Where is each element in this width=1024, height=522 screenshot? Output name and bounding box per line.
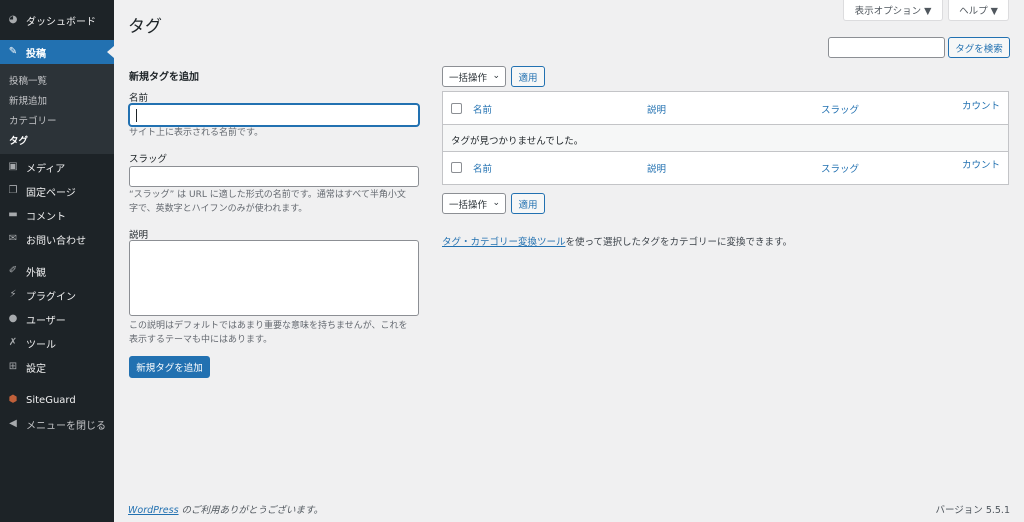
siteguard-icon: ⬢ [8,394,18,405]
sidebar-item-label: プラグイン [26,291,76,303]
sidebar-item-contact[interactable]: ✉ お問い合わせ [0,227,114,251]
column-header-description[interactable]: 説明 [647,102,666,116]
description-help-text-line2: 表示するテーマも中にはあります。 [129,335,273,345]
dashboard-icon: ◕ [8,14,18,25]
column-footer-description[interactable]: 説明 [647,161,666,175]
pin-icon: ✎ [8,46,18,57]
posts-submenu: 投稿一覧 新規追加 カテゴリー タグ [0,64,114,154]
table-divider [443,151,1008,152]
admin-sidebar: ◕ ダッシュボード ✎ 投稿 投稿一覧 新規追加 カテゴリー タグ ▣ メディア… [0,0,114,522]
tags-table: 名前 説明 スラッグ カウント タグが見つかりませんでした。 名前 説明 スラッ… [442,91,1009,185]
sidebar-item-plugins[interactable]: ⚡ プラグイン [0,283,114,307]
slug-label: スラッグ [129,154,168,165]
sidebar-item-comments[interactable]: ▬ コメント [0,203,114,227]
submenu-item-add-new[interactable]: 新規追加 [9,93,47,107]
wordpress-link[interactable]: WordPress [128,505,179,516]
chevron-down-icon: ⌄ [492,198,500,208]
media-icon: ▣ [8,161,18,172]
tag-name-input[interactable] [129,104,419,126]
tag-slug-input[interactable] [129,166,419,187]
text-caret [136,109,137,122]
name-help-text: サイト上に表示される名前です。 [129,128,264,138]
description-help-text-line1: この説明はデフォルトではあまり重要な意味を持ちませんが、これを [129,321,408,331]
page-icon: ❐ [8,185,18,196]
footer-thanks-text: のご利用ありがとうございます。 [178,505,324,516]
sidebar-item-tools[interactable]: ✗ ツール [0,331,114,355]
sidebar-item-label: 投稿 [26,48,46,60]
comment-icon: ▬ [8,209,18,220]
submenu-item-all-posts[interactable]: 投稿一覧 [9,73,47,87]
active-indicator [107,46,114,58]
help-button[interactable]: ヘルプ ▼ [948,0,1009,21]
collapse-icon: ◀ [9,418,17,429]
tag-converter-text: を使って選択したタグをカテゴリーに変換できます。 [565,237,793,248]
sidebar-item-label: メディア [26,163,66,175]
column-header-name[interactable]: 名前 [473,102,492,116]
sidebar-item-label: 外観 [26,267,46,279]
slug-help-text-line2: 字で、英数字とハイフンのみが使われます。 [129,204,308,214]
tag-search-input[interactable] [828,37,945,58]
sidebar-item-label: 固定ページ [26,187,76,199]
bulk-action-select-bottom[interactable]: 一括操作 ⌄ [442,193,506,214]
column-footer-slug[interactable]: スラッグ [821,161,859,175]
footer-version: バージョン 5.5.1 [935,505,1010,516]
settings-icon: ⊞ [8,361,18,372]
sidebar-item-label: ツール [26,339,56,351]
search-tags-button[interactable]: タグを検索 [948,37,1010,58]
page-title: タグ [128,17,162,37]
column-header-slug[interactable]: スラッグ [821,102,859,116]
add-new-tag-button[interactable]: 新規タグを追加 [129,356,210,378]
bulk-action-label: 一括操作 [449,72,488,84]
screen-options-button[interactable]: 表示オプション ▼ [843,0,943,21]
column-footer-count[interactable]: カウント [962,157,1000,171]
user-icon: ● [8,313,18,324]
chevron-down-icon: ⌄ [492,71,500,81]
sidebar-item-label: ダッシュボード [26,16,96,28]
sidebar-item-label: メニューを閉じる [26,420,106,432]
sidebar-item-label: SiteGuard [26,394,76,406]
sidebar-item-posts[interactable]: ✎ 投稿 [0,40,114,64]
sidebar-item-users[interactable]: ● ユーザー [0,307,114,331]
submenu-item-categories[interactable]: カテゴリー [9,113,57,127]
sidebar-item-media[interactable]: ▣ メディア [0,155,114,179]
name-label: 名前 [129,93,149,104]
bulk-action-label: 一括操作 [449,199,488,211]
sidebar-item-dashboard[interactable]: ◕ ダッシュボード [0,8,114,32]
add-tag-heading: 新規タグを追加 [129,72,199,83]
column-header-count[interactable]: カウント [962,98,1000,112]
footer-thanks: WordPress のご利用ありがとうございます。 [128,502,323,516]
plugin-icon: ⚡ [9,289,17,300]
tag-converter-link[interactable]: タグ・カテゴリー変換ツール [442,237,566,248]
select-all-checkbox-footer[interactable] [451,162,462,173]
sidebar-item-appearance[interactable]: ✐ 外観 [0,259,114,283]
sidebar-item-pages[interactable]: ❐ 固定ページ [0,179,114,203]
mail-icon: ✉ [8,233,18,244]
appearance-icon: ✐ [8,265,18,276]
tag-converter-info: タグ・カテゴリー変換ツールを使って選択したタグをカテゴリーに変換できます。 [442,234,792,248]
submenu-item-tags[interactable]: タグ [9,133,28,147]
bulk-action-select-top[interactable]: 一括操作 ⌄ [442,66,506,87]
bulk-apply-button-bottom[interactable]: 適用 [511,193,545,214]
no-tags-message: タグが見つかりませんでした。 [451,136,584,147]
bulk-apply-button-top[interactable]: 適用 [511,66,545,87]
sidebar-item-label: ユーザー [26,315,66,327]
collapse-menu-button[interactable]: ◀ メニューを閉じる [0,412,114,436]
slug-help-text-line1: “スラッグ” は URL に適した形式の名前です。通常はすべて半角小文 [129,190,406,200]
select-all-checkbox-header[interactable] [451,103,462,114]
description-label: 説明 [129,230,149,241]
sidebar-item-settings[interactable]: ⊞ 設定 [0,355,114,379]
column-footer-name[interactable]: 名前 [473,161,492,175]
wrench-icon: ✗ [8,337,18,348]
sidebar-item-label: コメント [26,211,66,223]
sidebar-item-label: お問い合わせ [26,235,86,247]
tag-description-textarea[interactable] [129,240,419,316]
sidebar-item-label: 設定 [26,363,46,375]
sidebar-item-siteguard[interactable]: ⬢ SiteGuard [0,388,114,412]
